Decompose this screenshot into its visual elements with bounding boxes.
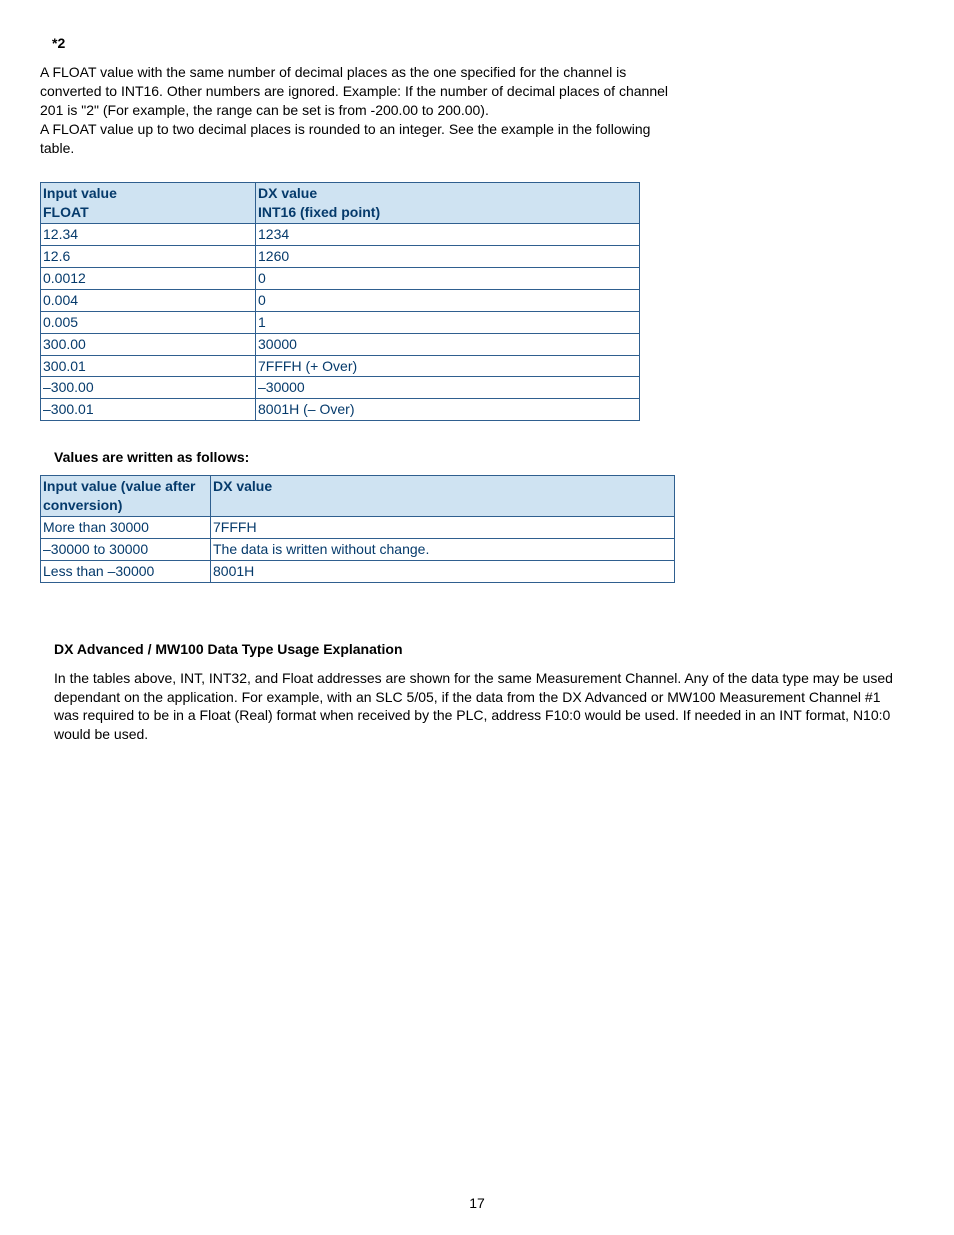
table-row: –300.00–30000	[41, 377, 640, 399]
table1-header-input: Input value FLOAT	[41, 183, 256, 224]
table2-header-input: Input value (value after conversion)	[41, 476, 211, 517]
table-cell: 7FFFH	[211, 517, 675, 539]
intro-paragraph: A FLOAT value with the same number of de…	[40, 63, 680, 157]
table-row: 12.61260	[41, 246, 640, 268]
table-cell: 7FFFH (+ Over)	[256, 355, 640, 377]
table-cell: 12.6	[41, 246, 256, 268]
table-cell: 8001H	[211, 560, 675, 582]
values-written-table: Input value (value after conversion) DX …	[40, 475, 675, 582]
explanation-heading: DX Advanced / MW100 Data Type Usage Expl…	[54, 641, 904, 657]
table-cell: –30000 to 30000	[41, 538, 211, 560]
table-row: 12.341234	[41, 224, 640, 246]
table-cell: The data is written without change.	[211, 538, 675, 560]
table-cell: 0.0012	[41, 268, 256, 290]
table-row: 300.0030000	[41, 333, 640, 355]
table1-body: 12.341234 12.61260 0.00120 0.0040 0.0051…	[41, 224, 640, 421]
table-row: –300.018001H (– Over)	[41, 399, 640, 421]
table-cell: 0.005	[41, 311, 256, 333]
table-cell: More than 30000	[41, 517, 211, 539]
table-row: –30000 to 30000The data is written witho…	[41, 538, 675, 560]
table1-header-dx-l2: INT16 (fixed point)	[258, 204, 380, 220]
table-row: 0.0040	[41, 289, 640, 311]
table2-body: More than 300007FFFH –30000 to 30000The …	[41, 517, 675, 583]
table-cell: 1	[256, 311, 640, 333]
explanation-paragraph: In the tables above, INT, INT32, and Flo…	[54, 669, 904, 745]
table-row: 300.017FFFH (+ Over)	[41, 355, 640, 377]
table-cell: 8001H (– Over)	[256, 399, 640, 421]
table-row: Less than –300008001H	[41, 560, 675, 582]
page-number: 17	[0, 1195, 954, 1211]
table1-header-input-l2: FLOAT	[43, 204, 89, 220]
table-cell: 1234	[256, 224, 640, 246]
table-cell: 1260	[256, 246, 640, 268]
table1-header-dx: DX value INT16 (fixed point)	[256, 183, 640, 224]
table-row: 0.00120	[41, 268, 640, 290]
table-cell: –300.01	[41, 399, 256, 421]
table-cell: 0.004	[41, 289, 256, 311]
table-cell: 30000	[256, 333, 640, 355]
table-cell: 0	[256, 289, 640, 311]
table-row: More than 300007FFFH	[41, 517, 675, 539]
table-cell: Less than –30000	[41, 560, 211, 582]
table2-header-dx: DX value	[211, 476, 675, 517]
table-row: 0.0051	[41, 311, 640, 333]
table-cell: 300.00	[41, 333, 256, 355]
table-cell: 0	[256, 268, 640, 290]
table1-header-input-l1: Input value	[43, 185, 117, 201]
table1-header-dx-l1: DX value	[258, 185, 317, 201]
float-int16-table: Input value FLOAT DX value INT16 (fixed …	[40, 182, 640, 421]
table-cell: 300.01	[41, 355, 256, 377]
values-written-heading: Values are written as follows:	[54, 449, 904, 465]
table-cell: –300.00	[41, 377, 256, 399]
table-cell: 12.34	[41, 224, 256, 246]
table-cell: –30000	[256, 377, 640, 399]
note-label: *2	[52, 35, 904, 51]
